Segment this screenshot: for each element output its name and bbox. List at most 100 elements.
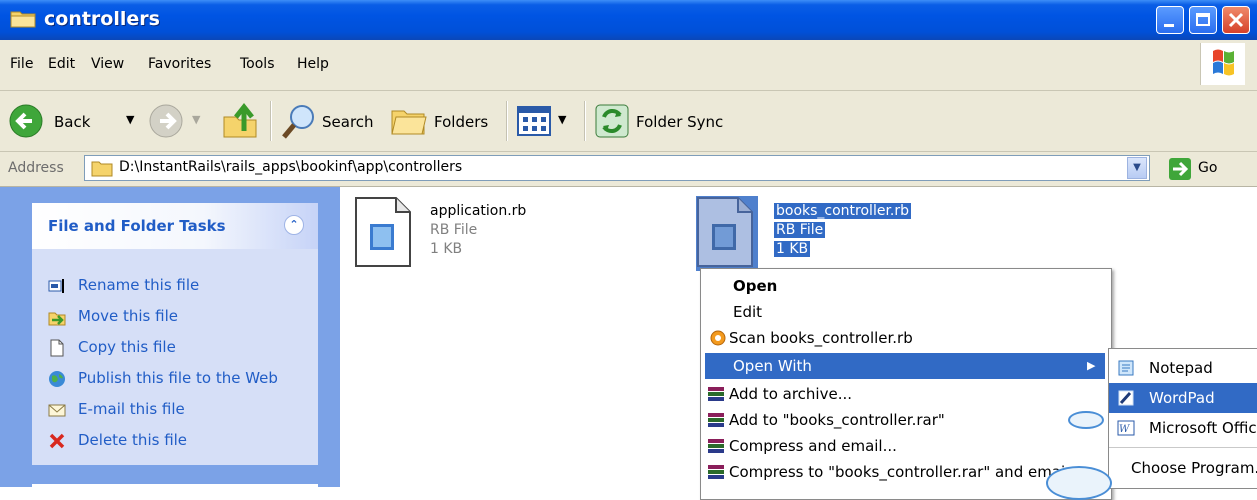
- task-label: Publish this file to the Web: [78, 369, 278, 387]
- delete-icon: [49, 433, 65, 449]
- context-menu: Open Edit Scan books_controller.rb Open …: [700, 268, 1112, 500]
- up-folder-button[interactable]: [220, 101, 262, 141]
- submenu-item-label: Microsoft Office: [1149, 419, 1257, 437]
- views-dropdown-icon[interactable]: ▼: [558, 113, 566, 126]
- menu-edit[interactable]: Edit: [48, 56, 75, 72]
- submenu-item-choose-program[interactable]: Choose Program...: [1109, 453, 1257, 483]
- menu-help[interactable]: Help: [297, 56, 329, 72]
- menu-item-open[interactable]: Open: [705, 273, 1105, 299]
- menu-item-label: Add to archive...: [729, 385, 852, 403]
- antivirus-icon: [710, 330, 726, 346]
- menu-item-compress-email[interactable]: Compress and email...: [705, 433, 1105, 459]
- submenu-item-label: Choose Program...: [1131, 459, 1257, 477]
- rb-file-icon: [697, 197, 753, 267]
- move-icon: [48, 312, 66, 326]
- submenu-item-label: Notepad: [1149, 359, 1213, 377]
- minimize-button[interactable]: [1156, 6, 1184, 34]
- back-label: Back: [54, 113, 91, 131]
- menu-view[interactable]: View: [91, 56, 124, 72]
- task-label: Rename this file: [78, 276, 200, 294]
- file-folder-tasks-panel: File and Folder Tasks ⌃ Rename this file…: [32, 203, 318, 465]
- file-type: RB File: [774, 222, 826, 238]
- address-label: Address: [8, 160, 64, 176]
- menu-item-label: Open: [733, 277, 778, 295]
- forward-button[interactable]: ▼: [148, 101, 210, 141]
- menu-item-label: Open With: [733, 357, 812, 375]
- title-bar[interactable]: controllers: [0, 0, 1257, 40]
- wordpad-icon: [1118, 390, 1134, 406]
- winrar-icon: [708, 387, 724, 401]
- task-label: E-mail this file: [78, 400, 185, 418]
- submenu-item-microsoft-office[interactable]: W Microsoft Office: [1109, 413, 1257, 443]
- menu-tools[interactable]: Tools: [240, 56, 275, 72]
- views-icon: [517, 106, 551, 136]
- file-icon-books-controller[interactable]: [696, 196, 758, 271]
- menu-file[interactable]: File: [10, 56, 33, 72]
- submenu-arrow-icon: ▶: [1087, 359, 1096, 372]
- winrar-icon: [708, 439, 724, 453]
- annotation-oval: [1046, 466, 1112, 500]
- task-panel-title: File and Folder Tasks: [48, 217, 226, 235]
- annotation-oval: [1068, 411, 1104, 429]
- folder-sync-label: Folder Sync: [636, 113, 724, 131]
- address-dropdown-button[interactable]: ▼: [1127, 157, 1147, 179]
- file-size: 1 KB: [774, 241, 811, 257]
- submenu-item-wordpad[interactable]: WordPad: [1109, 383, 1257, 413]
- svg-text:W: W: [1119, 424, 1130, 435]
- menu-item-add-to-archive[interactable]: Add to archive...: [705, 381, 1105, 407]
- windows-logo-icon: [1200, 43, 1245, 85]
- address-path: D:\InstantRails\rails_apps\bookinf\app\c…: [119, 159, 463, 175]
- file-name[interactable]: application.rb: [430, 203, 526, 219]
- file-icon-application[interactable]: [354, 196, 414, 271]
- forward-dropdown-icon[interactable]: ▼: [192, 113, 200, 126]
- task-label: Copy this file: [78, 338, 176, 356]
- menu-item-add-to-rar[interactable]: Add to "books_controller.rar": [705, 407, 1105, 433]
- submenu-item-label: WordPad: [1149, 389, 1215, 407]
- task-panel-header[interactable]: File and Folder Tasks ⌃: [32, 203, 318, 249]
- search-button[interactable]: Search: [280, 101, 380, 141]
- menu-item-label: Compress to "books_controller.rar" and e…: [729, 463, 1065, 481]
- close-button[interactable]: [1222, 6, 1250, 34]
- go-arrow-icon: [1169, 158, 1191, 180]
- open-with-submenu: Notepad WordPad W Microsoft Office Choos…: [1108, 348, 1257, 489]
- menu-item-label: Scan books_controller.rb: [729, 329, 913, 347]
- window-title: controllers: [44, 8, 160, 30]
- other-places-panel: [32, 484, 318, 494]
- folder-icon: [91, 161, 113, 177]
- menu-item-edit[interactable]: Edit: [705, 299, 1105, 325]
- address-bar: Address D:\InstantRails\rails_apps\booki…: [0, 152, 1257, 187]
- views-button[interactable]: ▼: [516, 103, 578, 139]
- back-dropdown-icon[interactable]: ▼: [126, 113, 134, 126]
- task-label: Move this file: [78, 307, 178, 325]
- collapse-chevron-icon[interactable]: ⌃: [284, 215, 304, 235]
- task-pane: File and Folder Tasks ⌃ Rename this file…: [0, 187, 340, 494]
- folders-button[interactable]: Folders: [390, 101, 500, 141]
- back-arrow-icon: [9, 104, 43, 138]
- close-icon: [1228, 12, 1244, 28]
- maximize-button[interactable]: [1189, 6, 1217, 34]
- submenu-item-notepad[interactable]: Notepad: [1109, 353, 1257, 383]
- menu-item-scan[interactable]: Scan books_controller.rb: [705, 325, 1105, 351]
- folders-label: Folders: [434, 113, 489, 131]
- menu-favorites[interactable]: Favorites: [148, 56, 211, 72]
- copy-icon: [50, 339, 64, 357]
- back-button[interactable]: Back ▼: [8, 101, 148, 141]
- menu-bar: File Edit View Favorites Tools Help: [0, 40, 1257, 91]
- email-icon: [48, 404, 66, 417]
- menu-item-compress-to-rar-email[interactable]: Compress to "books_controller.rar" and e…: [705, 459, 1065, 485]
- search-icon: [282, 105, 314, 139]
- forward-arrow-icon: [149, 104, 183, 138]
- notepad-icon: [1118, 360, 1134, 376]
- menu-item-open-with[interactable]: Open With ▶: [705, 353, 1105, 379]
- menu-item-label: Add to "books_controller.rar": [729, 411, 945, 429]
- folder-sync-button[interactable]: Folder Sync: [594, 101, 724, 141]
- go-button[interactable]: Go: [1168, 156, 1248, 182]
- address-input[interactable]: D:\InstantRails\rails_apps\bookinf\app\c…: [84, 155, 1150, 181]
- toolbar: Back ▼ ▼ Search Folders ▼ Folder Sync: [0, 91, 1257, 152]
- winrar-icon: [708, 465, 724, 479]
- file-name-selected[interactable]: books_controller.rb: [774, 203, 912, 219]
- file-type: RB File: [430, 222, 478, 238]
- menu-item-label: Edit: [733, 303, 763, 321]
- word-icon: W: [1117, 420, 1135, 436]
- globe-icon: [49, 371, 65, 387]
